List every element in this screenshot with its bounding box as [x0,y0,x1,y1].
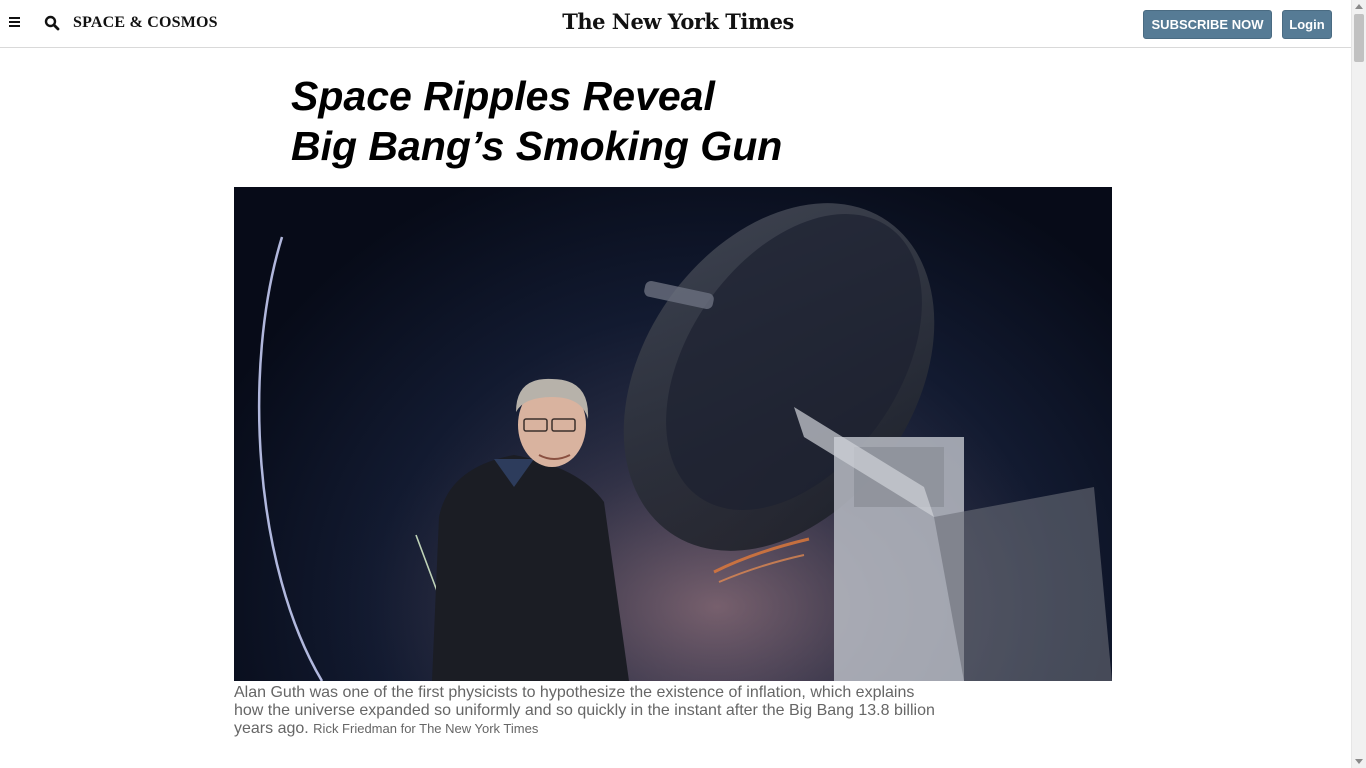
scroll-thumb[interactable] [1354,14,1364,62]
article-photo [234,187,1112,681]
photo-illustration [234,187,1112,681]
scroll-up-arrow-icon[interactable] [1355,4,1363,9]
scroll-down-arrow-icon[interactable] [1355,759,1363,764]
photo-caption: Alan Guth was one of the first physicist… [234,684,939,738]
headline-line-1: Space Ripples Reveal [291,73,715,119]
nyt-logo[interactable]: The New York Times [560,9,796,34]
article-headline: Space Ripples Reveal Big Bang’s Smoking … [291,71,851,171]
login-button[interactable]: Login [1282,10,1332,39]
subscribe-button[interactable]: SUBSCRIBE NOW [1143,10,1272,39]
search-icon[interactable] [44,15,60,31]
vertical-scrollbar[interactable] [1351,0,1366,768]
headline-line-2: Big Bang’s Smoking Gun [291,123,783,169]
hamburger-menu-icon[interactable] [9,17,21,29]
top-navigation-bar: SPACE & COSMOS The New York Times SUBSCR… [0,0,1351,48]
section-label[interactable]: SPACE & COSMOS [73,14,218,32]
photo-credit: Rick Friedman for The New York Times [313,721,539,736]
